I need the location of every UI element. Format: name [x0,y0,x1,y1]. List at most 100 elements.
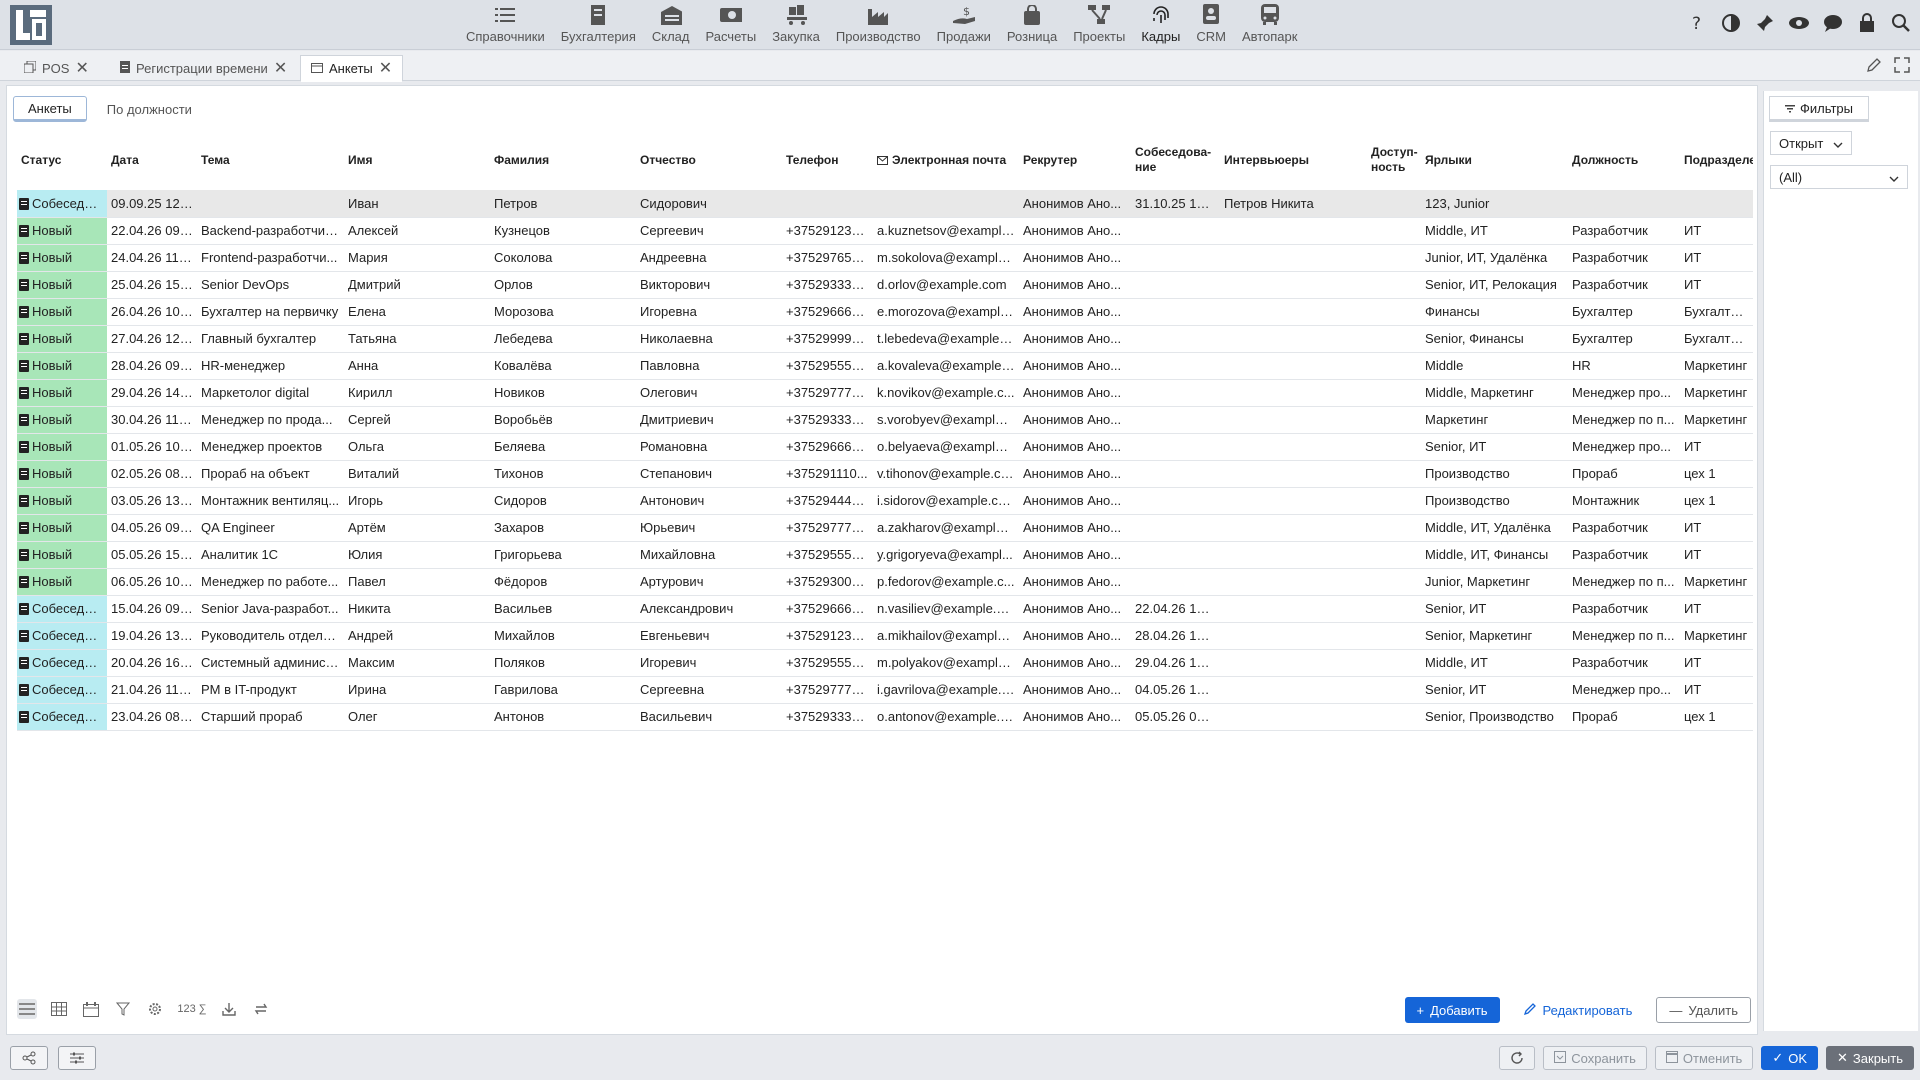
close-button[interactable]: ✕ Закрыть [1826,1046,1914,1070]
theme-icon[interactable] [1720,12,1742,34]
close-icon[interactable]: ✕ [379,60,392,77]
column-header[interactable]: Тема [197,130,344,190]
column-header[interactable]: Доступ-ность [1367,130,1421,190]
document-icon [19,306,29,318]
cell-position: Разработчик [1568,649,1680,677]
table-row[interactable]: Новый 04.05.26 09:45 QA Engineer Артём Захар… [17,514,1753,542]
cell-topic: Менеджер по работе... [197,568,344,596]
list-view-icon[interactable] [17,999,37,1019]
fullscreen-icon[interactable] [1894,57,1910,76]
delete-button[interactable]: — Удалить [1656,997,1751,1023]
column-header[interactable]: Собеседова-ние [1131,130,1220,190]
subtab-by-position[interactable]: По должности [93,96,206,122]
tab-questionnaires[interactable]: Анкеты ✕ [300,55,404,82]
table-view-icon[interactable] [49,999,69,1019]
menu-item-factory[interactable]: Производство [828,0,929,50]
settings-icon[interactable] [145,999,165,1019]
column-header[interactable]: Имя [344,130,490,190]
column-header[interactable]: Ярлыки [1421,130,1568,190]
column-header[interactable]: Статус [17,130,107,190]
tab-label: Регистрации времени [136,61,268,76]
table-row[interactable]: Собеседование09.09.25 12:46 ИванПетровСид… [17,190,1753,218]
table-row[interactable]: Собеседование23.04.26 08:00Старший прора… [17,703,1753,731]
table-row[interactable]: Новый 01.05.26 10:00 Менеджер проектов Ольг… [17,433,1753,461]
menu-item-money[interactable]: Расчеты [697,0,764,50]
table-row[interactable]: Собеседование20.04.26 16:00Системный адм… [17,649,1753,677]
cell-avail [1367,325,1421,353]
all-filter-select[interactable]: (All) [1770,165,1908,189]
table-row[interactable]: Новый 29.04.26 14:10 Маркетолог digital Кир… [17,379,1753,407]
column-header[interactable]: Интервьюеры [1220,130,1367,190]
close-icon[interactable]: ✕ [75,60,88,77]
app-logo[interactable] [10,5,52,45]
edit-pencil-icon[interactable] [1866,57,1882,76]
tab-pos[interactable]: POS ✕ [14,55,99,82]
table-row[interactable]: Новый 03.05.26 13:00 Монтажник вентиляц...… [17,487,1753,515]
subtab-questionnaires[interactable]: Анкеты [13,96,87,122]
cell-date: 02.05.26 08:30 [107,460,197,488]
minus-icon: — [1669,1002,1683,1018]
lock-icon[interactable] [1856,12,1878,34]
menu-item-ledger[interactable]: Бухгалтерия [553,0,644,50]
table-row[interactable]: Новый 06.05.26 10:30 Менеджер по работе...… [17,568,1753,596]
menu-item-projects[interactable]: Проекты [1065,0,1133,50]
tab-time-registrations[interactable]: Регистрации времени ✕ [110,55,297,82]
column-header[interactable]: Рекрутер [1019,130,1131,190]
refresh-icon[interactable] [251,999,271,1019]
table-row[interactable]: Новый 24.04.26 11:00 Frontend-разработчи..… [17,244,1753,272]
table-row[interactable]: Новый 22.04.26 09:30 Backend-разработчик..… [17,217,1753,245]
share-icon[interactable] [10,1046,48,1070]
eye-icon[interactable] [1788,12,1810,34]
column-header[interactable]: Должность [1568,130,1680,190]
menu-item-warehouse[interactable]: Склад [644,0,698,50]
filters-tab[interactable]: Фильтры [1769,96,1869,122]
table-row[interactable]: Собеседование19.04.26 13:15Руководитель … [17,622,1753,650]
table-row[interactable]: Новый 26.04.26 10:00 Бухгалтер на первичку… [17,298,1753,326]
table-row[interactable]: Новый 05.05.26 15:00 Аналитик 1С Юлия Григор… [17,541,1753,569]
chat-icon[interactable] [1822,12,1844,34]
cell-name: Ирина [344,676,490,704]
column-header-label: Электронная почта [892,152,1007,167]
table-row[interactable]: Новый 02.05.26 08:30 Прораб на объект Витал… [17,460,1753,488]
column-header[interactable]: Отчество [636,130,782,190]
table-row[interactable]: Собеседование15.04.26 09:00Senior Java-р… [17,595,1753,623]
save-button[interactable]: Сохранить [1543,1046,1647,1070]
column-header[interactable]: Подразделе [1680,130,1753,190]
calendar-icon[interactable] [81,999,101,1019]
cell-recruiter: Анонимов Ано... [1019,514,1131,542]
sliders-icon[interactable] [58,1046,96,1070]
state-filter-select[interactable]: Открыт [1770,131,1852,155]
reload-button[interactable] [1499,1046,1536,1070]
menu-item-list[interactable]: Справочники [458,0,553,50]
menu-item-bag[interactable]: Розница [999,0,1065,50]
document-icon [19,522,29,534]
table-row[interactable]: Собеседование21.04.26 11:45PM в IT-проду… [17,676,1753,704]
column-header[interactable]: Фамилия [490,130,636,190]
ok-button[interactable]: ✓ OK [1761,1046,1819,1070]
edit-button[interactable]: Редактировать [1512,997,1645,1023]
table-row[interactable]: Новый 27.04.26 12:45 Главный бухгалтер Тать… [17,325,1753,353]
filter-icon[interactable] [113,999,133,1019]
help-icon[interactable]: ? [1686,12,1708,34]
cancel-button[interactable]: Отменить [1654,1046,1754,1070]
table-row[interactable]: Новый 25.04.26 15:20 Senior DevOps Дмитрий О… [17,271,1753,299]
cell-status: Новый [17,514,107,542]
cell-topic: PM в IT-продукт [197,676,344,704]
table-row[interactable]: Новый 30.04.26 11:25 Менеджер по прода... С… [17,406,1753,434]
totals-toggle[interactable]: 123 ∑ [177,999,207,1019]
menu-item-fingerprint[interactable]: Кадры [1133,0,1188,50]
menu-item-bus[interactable]: Автопарк [1234,0,1306,50]
search-icon[interactable] [1890,12,1912,34]
download-icon[interactable] [219,999,239,1019]
menu-item-sales[interactable]: $ Продажи [929,0,999,50]
menu-item-crm[interactable]: CRM [1188,0,1234,50]
column-header[interactable]: Электронная почта [873,130,1019,190]
column-header[interactable]: Телефон [782,130,873,190]
column-header[interactable]: Дата [107,130,197,190]
table-row[interactable]: Новый 28.04.26 09:00 HR-менеджер Анна Ковалё… [17,352,1753,380]
cell-dept: ИТ [1680,433,1753,461]
pin-icon[interactable] [1754,12,1776,34]
close-icon[interactable]: ✕ [274,60,287,77]
menu-item-cart[interactable]: Закупка [764,0,828,50]
add-button[interactable]: + Добавить [1404,997,1500,1023]
